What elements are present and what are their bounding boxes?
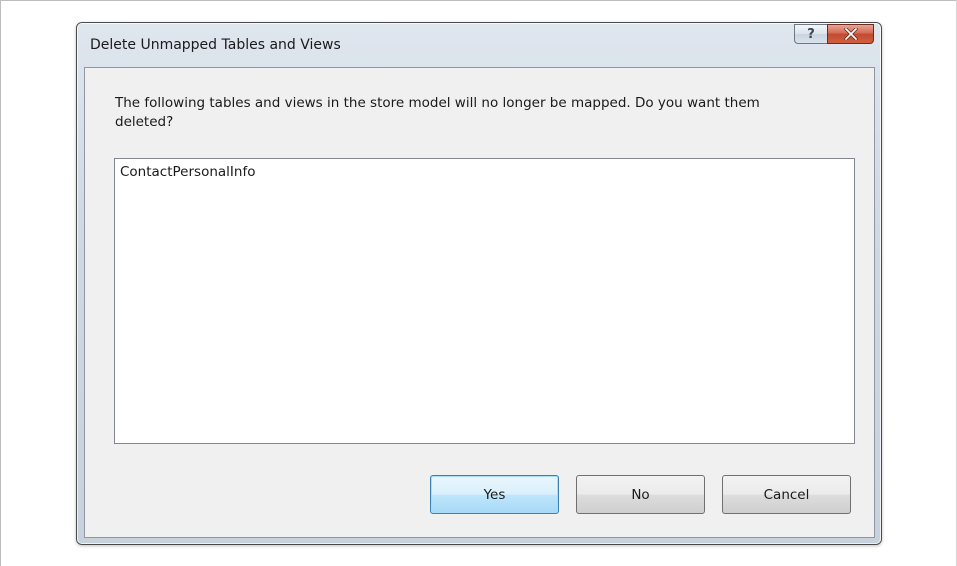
title-bar[interactable]: Delete Unmapped Tables and Views ? bbox=[77, 23, 881, 67]
close-icon bbox=[843, 28, 858, 40]
dialog-title: Delete Unmapped Tables and Views bbox=[90, 37, 341, 53]
title-bar-buttons: ? bbox=[794, 24, 874, 45]
close-button[interactable] bbox=[827, 24, 874, 44]
confirmation-message: The following tables and views in the st… bbox=[115, 95, 760, 130]
unmapped-items-list[interactable]: ContactPersonalInfo bbox=[114, 158, 855, 444]
list-item[interactable]: ContactPersonalInfo bbox=[120, 164, 255, 180]
cancel-button[interactable]: Cancel bbox=[722, 475, 851, 514]
help-button[interactable]: ? bbox=[794, 24, 827, 44]
yes-button[interactable]: Yes bbox=[430, 475, 559, 514]
delete-unmapped-dialog: Delete Unmapped Tables and Views ? The f… bbox=[76, 22, 882, 545]
question-mark-icon: ? bbox=[807, 26, 815, 42]
no-button[interactable]: No bbox=[576, 475, 705, 514]
page-frame-left bbox=[0, 0, 1, 566]
dialog-client-area: The following tables and views in the st… bbox=[84, 67, 875, 538]
page-frame-top bbox=[0, 0, 957, 1]
page: Delete Unmapped Tables and Views ? The f… bbox=[0, 0, 957, 566]
